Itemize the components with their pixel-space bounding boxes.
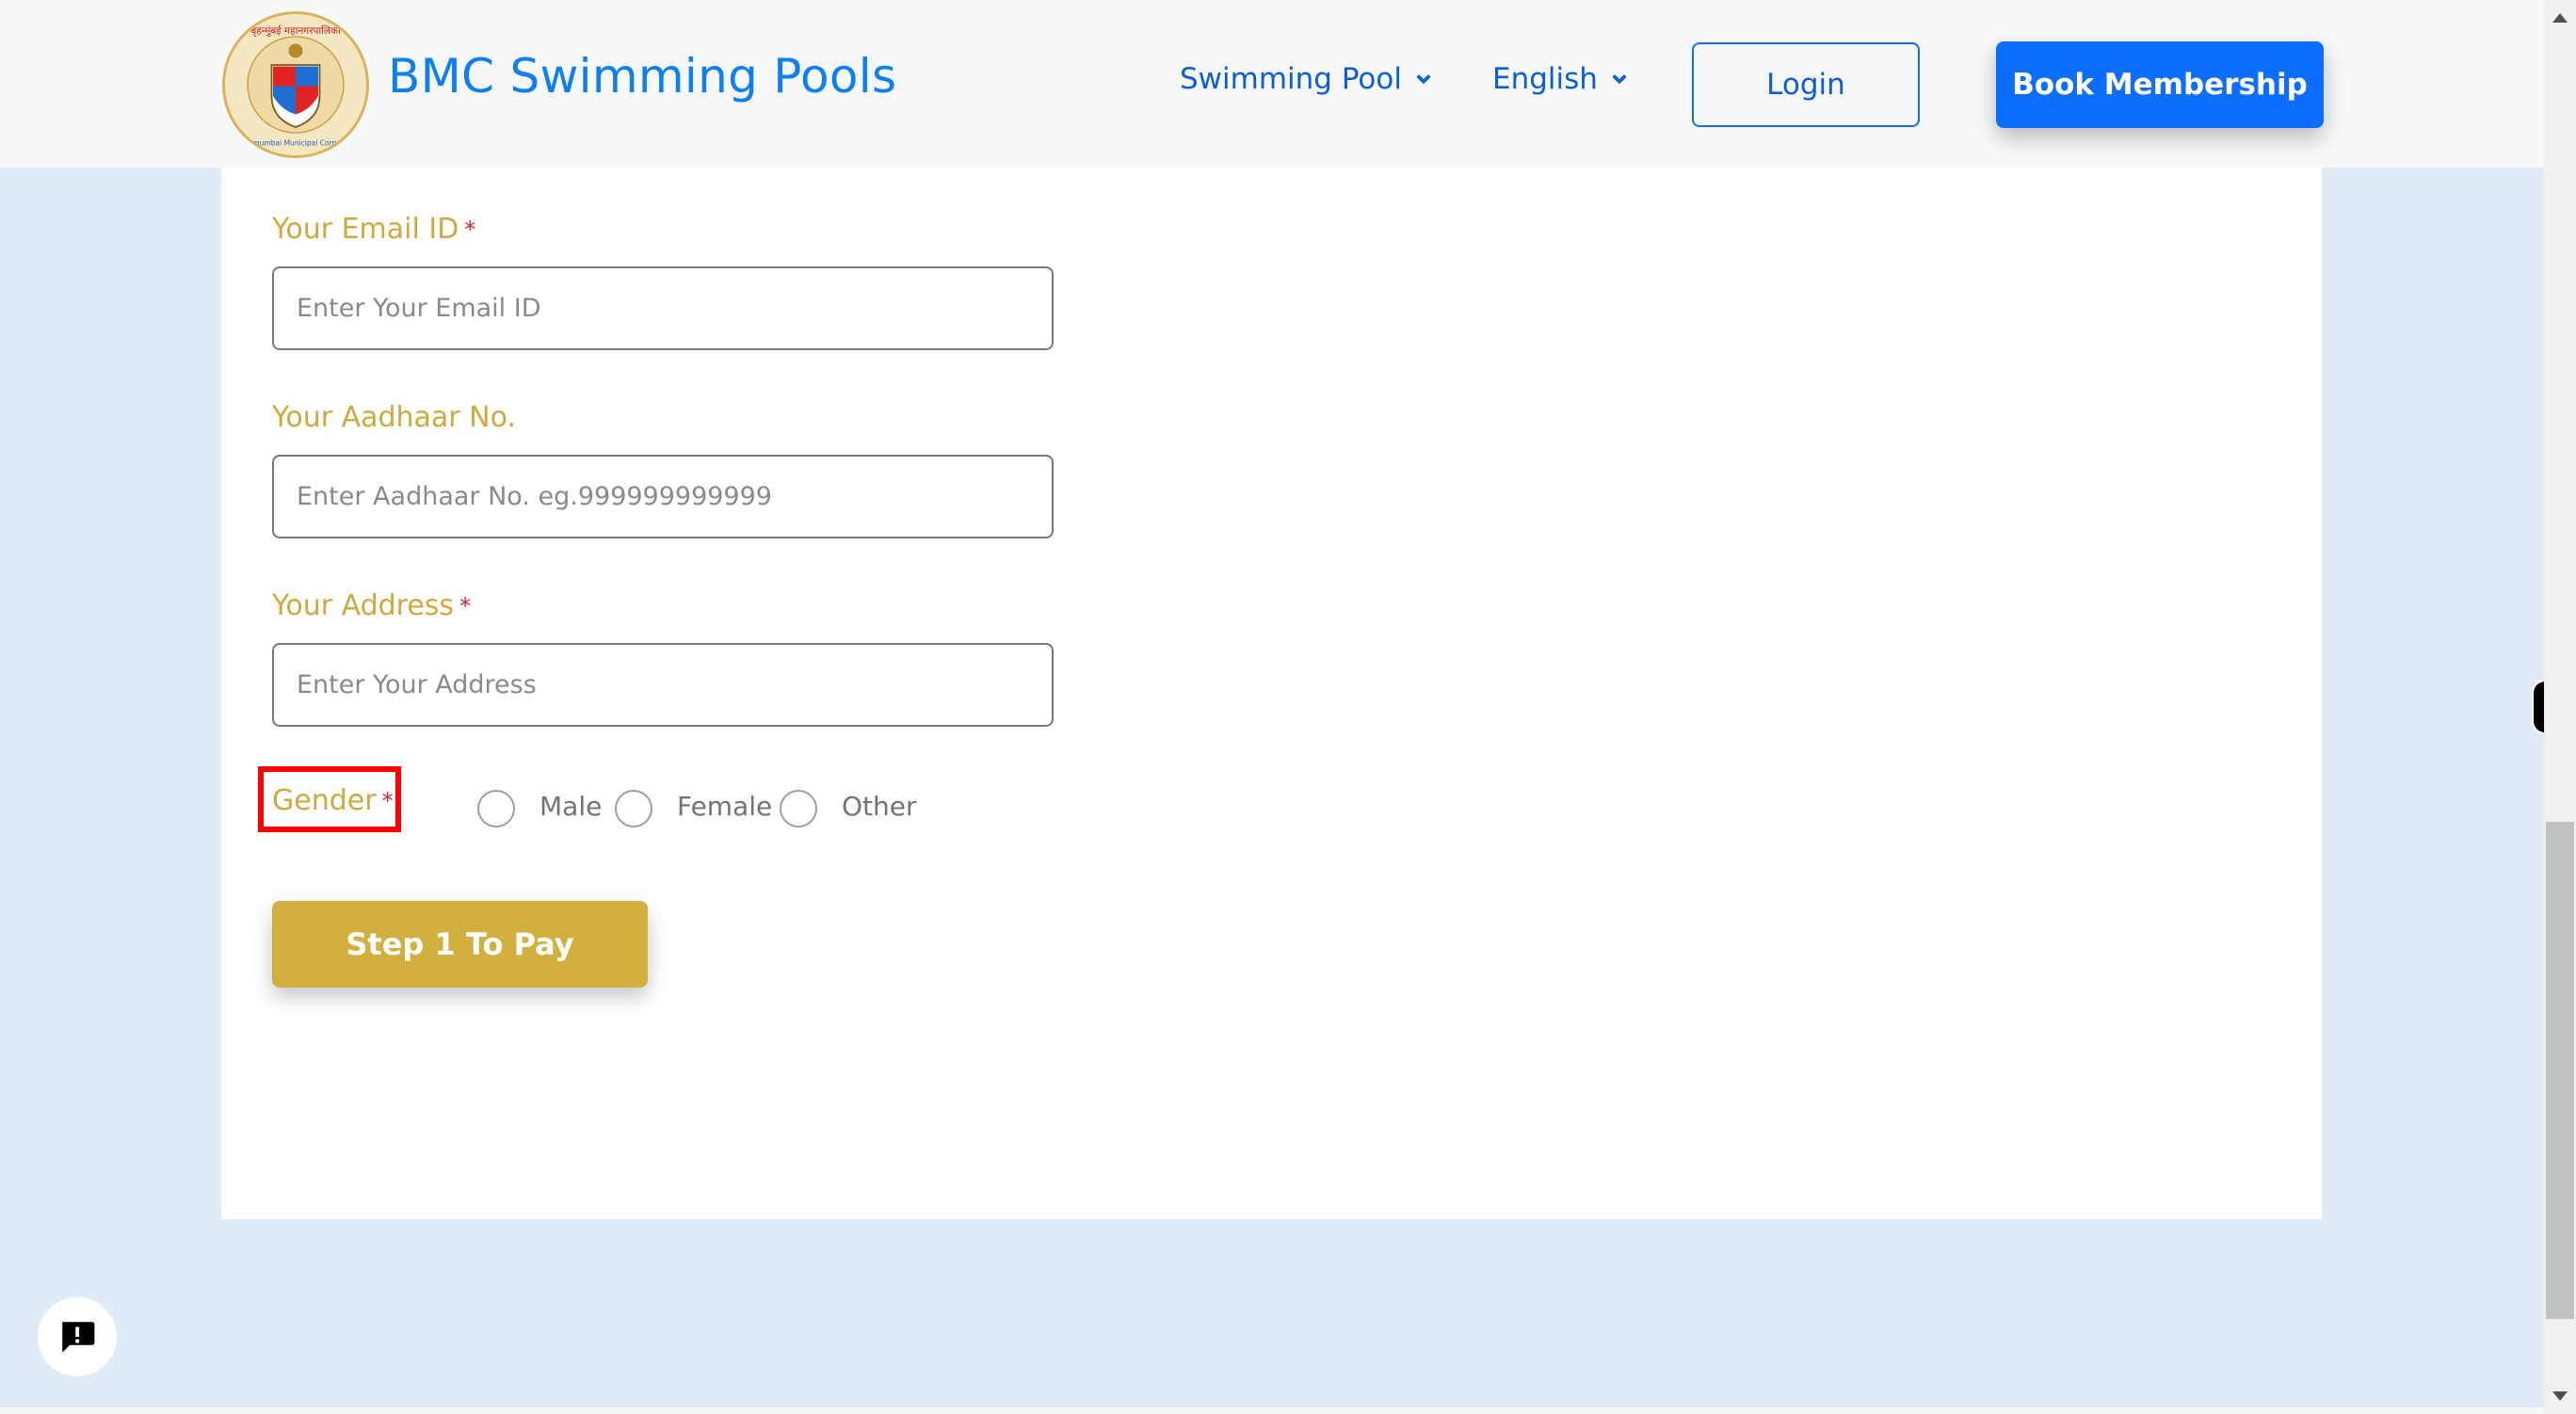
radio-label: Other bbox=[842, 790, 917, 822]
book-membership-button[interactable]: Book Membership bbox=[1996, 41, 2324, 128]
arrow-down-icon bbox=[2552, 1391, 2568, 1401]
address-label: Your Address * bbox=[272, 589, 471, 622]
vertical-scrollbar[interactable] bbox=[2544, 0, 2576, 1414]
gender-label-text: Gender bbox=[272, 784, 377, 817]
aadhaar-label-text: Your Aadhaar No. bbox=[272, 401, 516, 434]
scroll-up-button[interactable] bbox=[2544, 4, 2576, 32]
brand-title[interactable]: BMC Swimming Pools bbox=[388, 49, 896, 104]
scroll-down-button[interactable] bbox=[2544, 1382, 2576, 1410]
site-header: बृहन्मुंबई महानगरपालिका Brihanmumbai Mun… bbox=[0, 0, 2544, 168]
address-label-text: Your Address bbox=[272, 589, 455, 622]
radio-button[interactable] bbox=[477, 790, 515, 828]
nav-language-dropdown[interactable]: English bbox=[1492, 62, 1628, 96]
gender-option-male[interactable]: Male bbox=[477, 784, 602, 828]
gender-label: Gender * bbox=[272, 784, 394, 817]
nav-swimming-pool-label: Swimming Pool bbox=[1180, 62, 1402, 96]
feedback-button[interactable] bbox=[38, 1297, 117, 1376]
bottom-strip bbox=[0, 1407, 2544, 1414]
svg-text:बृहन्मुंबई महानगरपालिका: बृहन्मुंबई महानगरपालिका bbox=[250, 24, 341, 37]
login-button[interactable]: Login bbox=[1692, 42, 1920, 127]
bmc-emblem-icon: बृहन्मुंबई महानगरपालिका Brihanmumbai Mun… bbox=[225, 14, 366, 155]
required-mark: * bbox=[464, 217, 476, 243]
chevron-down-icon bbox=[1612, 74, 1627, 85]
aadhaar-label: Your Aadhaar No. bbox=[272, 401, 516, 434]
feedback-alert-icon bbox=[62, 1322, 95, 1353]
svg-text:Brihanmumbai Municipal Corpora: Brihanmumbai Municipal Corporation bbox=[230, 139, 362, 148]
bmc-logo[interactable]: बृहन्मुंबई महानगरपालिका Brihanmumbai Mun… bbox=[222, 11, 369, 158]
radio-button[interactable] bbox=[780, 790, 817, 828]
aadhaar-input[interactable] bbox=[272, 455, 1054, 538]
nav-language-label: English bbox=[1492, 62, 1598, 96]
scrollbar-thumb[interactable] bbox=[2546, 822, 2574, 1319]
required-mark: * bbox=[459, 593, 472, 619]
radio-button[interactable] bbox=[615, 790, 652, 828]
step-1-pay-button[interactable]: Step 1 To Pay bbox=[272, 901, 648, 988]
gender-option-female[interactable]: Female bbox=[615, 784, 772, 828]
address-input[interactable] bbox=[272, 643, 1054, 727]
chevron-down-icon bbox=[1416, 74, 1431, 85]
registration-form-card: Your Email ID* Your Aadhaar No. Your Add… bbox=[221, 168, 2322, 1219]
radio-label: Female bbox=[677, 790, 773, 822]
nav-swimming-pool-dropdown[interactable]: Swimming Pool bbox=[1180, 62, 1432, 96]
gender-option-other[interactable]: Other bbox=[780, 784, 917, 828]
arrow-up-icon bbox=[2552, 13, 2568, 23]
side-widget-tab[interactable] bbox=[2532, 680, 2545, 734]
email-label: Your Email ID * bbox=[272, 213, 475, 246]
email-label-text: Your Email ID bbox=[272, 213, 459, 246]
email-input[interactable] bbox=[272, 266, 1054, 350]
required-mark: * bbox=[381, 788, 394, 814]
radio-label: Male bbox=[539, 790, 603, 822]
